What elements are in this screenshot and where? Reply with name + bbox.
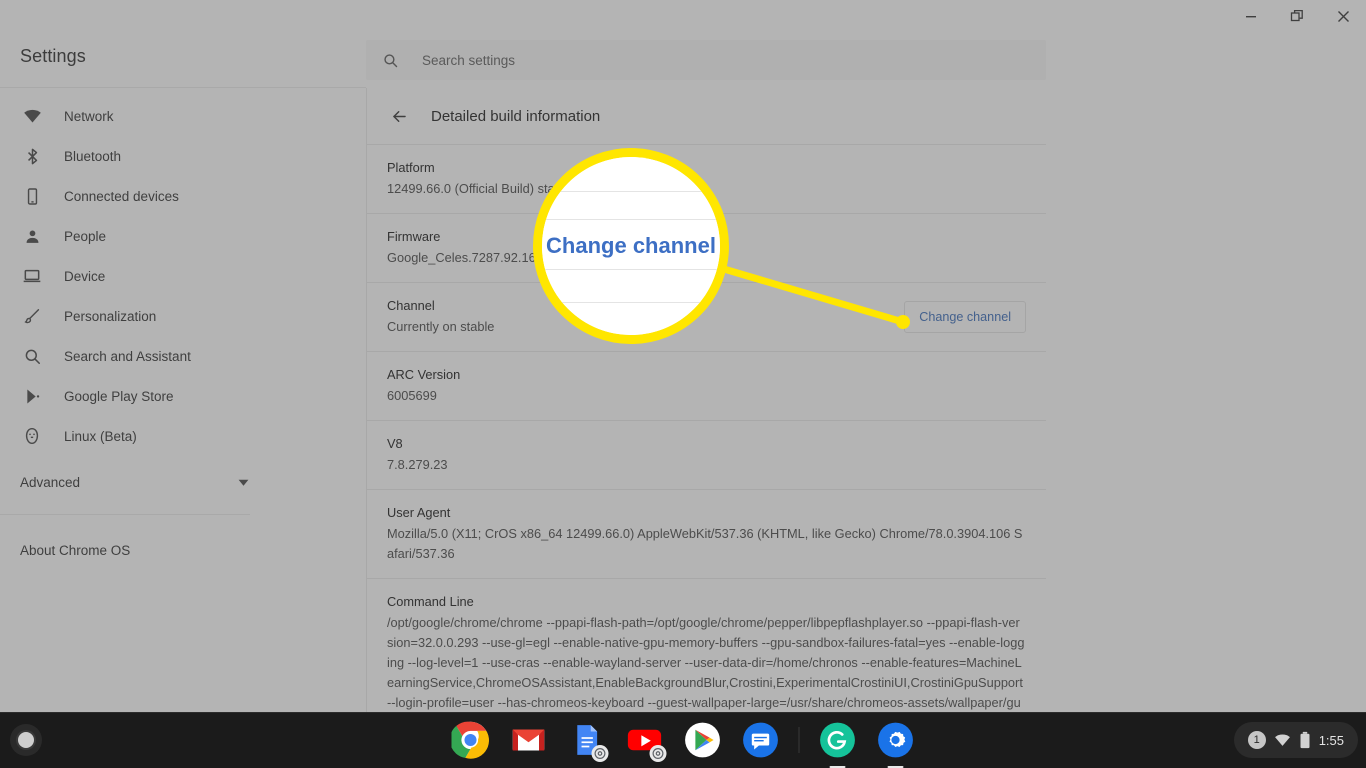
close-icon[interactable] [1320,0,1366,32]
card-title: Detailed build information [431,107,601,125]
chromeos-settings-screen: Settings Network Bluetooth Connected dev [0,0,1366,768]
laptop-icon [20,264,44,288]
shelf-app-settings[interactable] [876,720,916,760]
shelf-app-chrome[interactable] [451,720,491,760]
magnifier-rule [542,219,720,220]
settings-gear-icon [878,722,913,758]
search-icon [20,344,44,368]
sidebar-item-network[interactable]: Network [0,96,300,136]
build-info-row-command-line: Command Line /opt/google/chrome/chrome -… [367,579,1046,712]
magnified-change-channel-label: Change channel [546,233,716,258]
build-info-row-v8: V8 7.8.279.23 [367,421,1046,490]
sidebar-item-label: Linux (Beta) [64,428,137,444]
row-label: Command Line [387,594,474,609]
magnifier-rule [542,269,720,270]
chevron-down-icon [237,476,250,489]
search-input[interactable] [422,52,982,68]
shelf-app-gmail[interactable] [509,720,549,760]
play-store-icon [685,722,720,758]
clock: 1:55 [1318,732,1344,748]
shortcut-badge-icon [649,745,667,762]
person-icon [20,224,44,248]
sidebar-item-label: People [64,228,107,244]
magnifier-rule [542,191,720,192]
brush-icon [20,304,44,328]
battery-icon [1299,731,1311,749]
shelf-divider [798,727,800,753]
row-value: 7.8.279.23 [387,457,448,472]
bluetooth-icon [20,144,44,168]
shelf-app-play-store[interactable] [683,720,723,760]
sidebar-item-people[interactable]: People [0,216,300,256]
linux-penguin-icon [20,424,44,448]
chromeos-shelf: 1 1:55 [0,712,1366,768]
wifi-icon [1274,732,1291,749]
build-info-row-arc-version: ARC Version 6005699 [367,352,1046,421]
sidebar-item-personalization[interactable]: Personalization [0,296,300,336]
row-label: User Agent [387,505,451,520]
shortcut-badge-icon [591,745,609,762]
sidebar-divider [0,87,366,88]
magnifier-callout: Change channel [533,148,729,344]
row-value: /opt/google/chrome/chrome --ppapi-flash-… [387,615,1025,710]
change-channel-button[interactable]: Change channel [904,301,1026,333]
sidebar-item-label: Search and Assistant [64,348,191,364]
search-bar[interactable] [366,40,1046,80]
search-icon [382,52,399,69]
row-label: ARC Version [387,367,461,382]
launcher-dot-icon [18,732,34,748]
card-header: Detailed build information [367,88,1046,144]
sidebar-advanced-toggle[interactable]: Advanced [0,462,250,502]
play-store-icon [20,384,44,408]
gmail-icon [512,729,545,751]
back-arrow-icon[interactable] [383,100,415,132]
magnifier-rule [542,302,720,303]
sidebar-item-about-chrome-os[interactable]: About Chrome OS [0,530,300,570]
sidebar-item-label: Device [64,268,106,284]
shelf-app-docs[interactable] [567,720,609,762]
sidebar-item-connected-devices[interactable]: Connected devices [0,176,300,216]
shelf-app-grammarly[interactable] [818,720,858,760]
row-label: V8 [387,436,403,451]
phone-icon [20,184,44,208]
sidebar-item-label: Connected devices [64,188,179,204]
build-info-row-user-agent: User Agent Mozilla/5.0 (X11; CrOS x86_64… [367,490,1046,579]
shelf-app-messages[interactable] [741,720,781,760]
row-value: Mozilla/5.0 (X11; CrOS x86_64 12499.66.0… [387,526,1023,561]
sidebar-divider-2 [0,514,250,515]
sidebar-item-label: Google Play Store [64,388,174,404]
sidebar-item-label: Bluetooth [64,148,122,164]
magnifier-content: Change channel [542,157,720,335]
grammarly-icon [820,722,855,758]
status-badge: 1 [1247,731,1266,749]
sidebar-item-label: Network [64,108,114,124]
shelf-app-youtube[interactable] [625,720,667,762]
sidebar-item-label: About Chrome OS [20,542,131,558]
system-tray[interactable]: 1 1:55 [1233,722,1358,758]
page-title: Settings [20,46,86,66]
sidebar-item-linux-beta[interactable]: Linux (Beta) [0,416,300,456]
sidebar-item-bluetooth[interactable]: Bluetooth [0,136,300,176]
sidebar-item-label: Personalization [64,308,157,324]
sidebar-item-device[interactable]: Device [0,256,300,296]
restore-icon[interactable] [1274,0,1320,32]
launcher-button[interactable] [10,724,42,756]
messages-icon [743,722,778,758]
wifi-icon [20,104,44,128]
settings-sidebar: Settings Network Bluetooth Connected dev [0,0,366,712]
window-controls [1228,0,1366,32]
row-value: 6005699 [387,388,437,403]
chrome-icon [451,721,489,759]
sidebar-item-google-play-store[interactable]: Google Play Store [0,376,300,416]
minimize-icon[interactable] [1228,0,1274,32]
shelf-app-list [451,712,916,768]
window-titlebar [0,0,1366,32]
sidebar-item-search-and-assistant[interactable]: Search and Assistant [0,336,300,376]
sidebar-advanced-label: Advanced [20,474,81,490]
row-action: Change channel [904,301,1026,333]
sidebar-nav: Network Bluetooth Connected devices Peop… [0,96,300,570]
